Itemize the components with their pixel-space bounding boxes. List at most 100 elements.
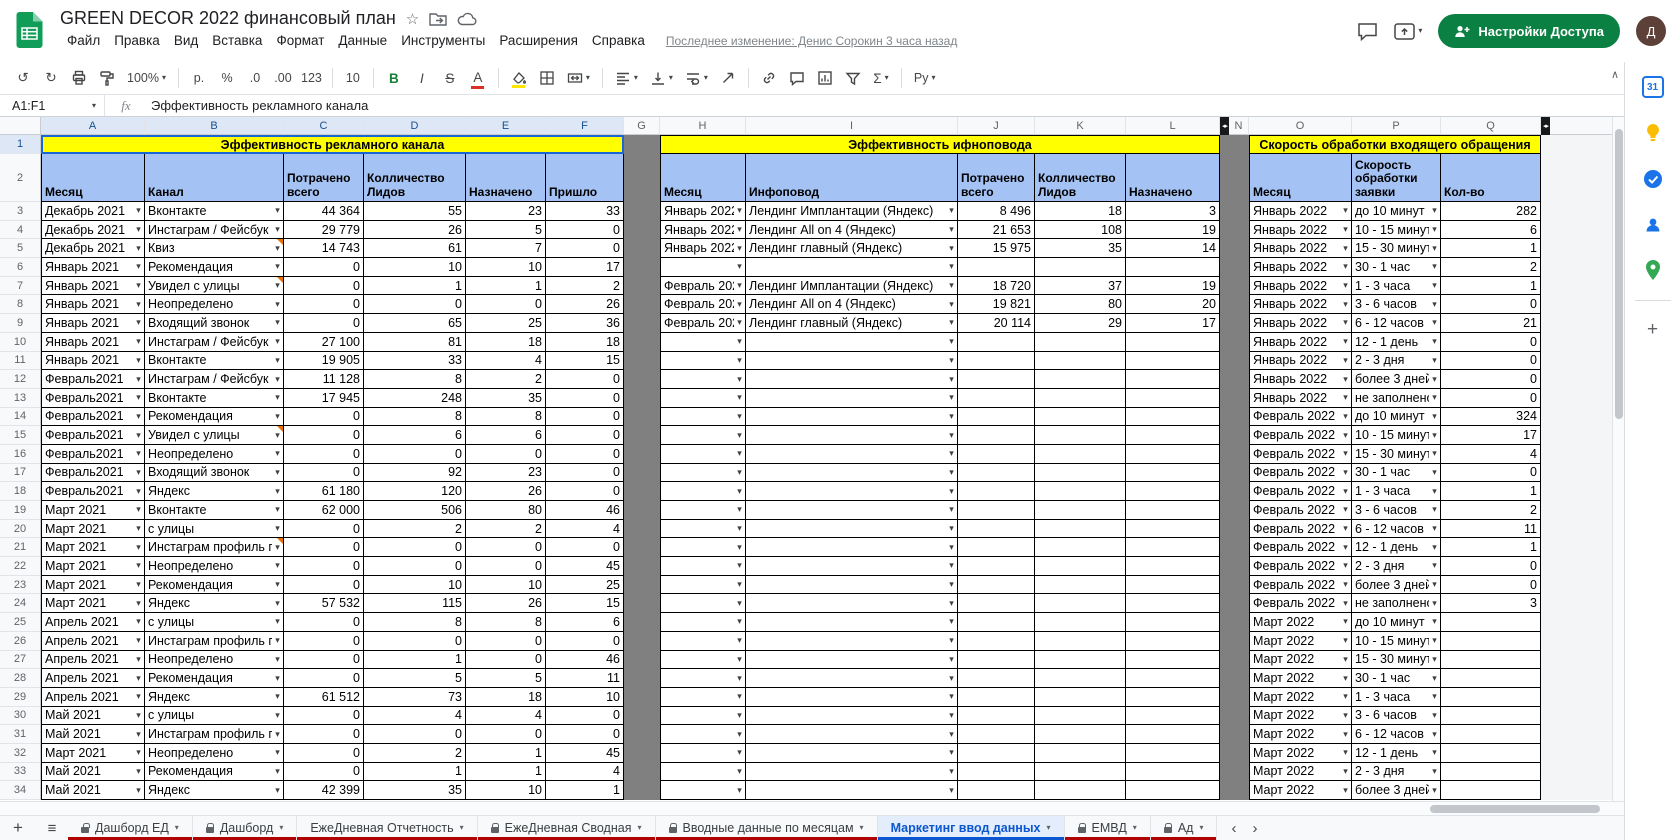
cell-P16[interactable]: 15 - 30 минут ▾	[1352, 444, 1441, 464]
cell-G15[interactable]	[624, 426, 660, 445]
cell-O30[interactable]: Март 2022 ▾	[1249, 706, 1352, 726]
cell-A22[interactable]: Март 2021 ▾	[41, 557, 145, 576]
dropdown-icon[interactable]: ▾	[272, 262, 283, 271]
cell-E22[interactable]: 0	[466, 557, 546, 576]
cell-L22[interactable]	[1126, 557, 1220, 576]
dropdown-icon[interactable]: ▾	[1340, 486, 1351, 496]
cell-J2[interactable]: Потрачено всего	[958, 154, 1035, 202]
cell-Q16[interactable]: 4	[1441, 444, 1541, 464]
cell-O26[interactable]: Март 2022 ▾	[1249, 631, 1352, 651]
cell-L13[interactable]	[1126, 388, 1220, 408]
cell-A9[interactable]: Январь 2021 ▾	[41, 314, 145, 333]
column-header-J[interactable]: J	[958, 117, 1035, 135]
cell-A12[interactable]: Февраль2021 ▾	[41, 370, 145, 389]
cell-M29[interactable]	[1220, 687, 1229, 707]
dropdown-icon[interactable]: ▾	[272, 449, 283, 458]
sheet-tab[interactable]: Дашборд ▾	[192, 816, 298, 840]
dropdown-icon[interactable]: ▾	[272, 337, 283, 346]
sheet-tab[interactable]: Дашборд ЕД ▾	[68, 816, 193, 840]
chevron-down-icon[interactable]: ▾	[279, 824, 283, 832]
dropdown-icon[interactable]: ▾	[1429, 318, 1440, 327]
dropdown-icon[interactable]: ▾	[1340, 355, 1351, 365]
cell-K7[interactable]: 37	[1035, 276, 1126, 296]
cell-D14[interactable]: 8	[364, 407, 466, 427]
cell-J7[interactable]: 18 720	[958, 276, 1035, 296]
dropdown-icon[interactable]: ▾	[272, 785, 283, 795]
dropdown-icon[interactable]: ▾	[133, 243, 144, 253]
dropdown-icon[interactable]: ▾	[946, 374, 957, 384]
cell-Q31[interactable]	[1441, 725, 1541, 744]
cell-O27[interactable]: Март 2022 ▾	[1249, 650, 1352, 670]
dropdown-icon[interactable]: ▾	[272, 654, 283, 664]
cell-D10[interactable]: 81	[364, 332, 466, 352]
cell-D25[interactable]: 8	[364, 613, 466, 632]
cell-B21[interactable]: Инстаграм профиль г ▾	[145, 538, 284, 558]
cell-D22[interactable]: 0	[364, 557, 466, 576]
last-edit-link[interactable]: Последнее изменение: Денис Сорокин 3 час…	[666, 34, 957, 48]
cell-O25[interactable]: Март 2022 ▾	[1249, 613, 1352, 632]
dropdown-icon[interactable]: ▾	[734, 524, 745, 533]
cell-N18[interactable]	[1229, 482, 1249, 501]
dropdown-icon[interactable]: ▾	[734, 299, 745, 309]
cell-L19[interactable]	[1126, 501, 1220, 520]
cell-M7[interactable]	[1220, 276, 1229, 296]
row-header-23[interactable]: 23	[0, 575, 41, 595]
cell-H33[interactable]: ▾	[660, 762, 746, 782]
cell-K21[interactable]	[1035, 538, 1126, 558]
cell-M11[interactable]	[1220, 351, 1229, 371]
cell-N28[interactable]	[1229, 669, 1249, 688]
dropdown-icon[interactable]: ▾	[1429, 710, 1440, 720]
cell-A7[interactable]: Январь 2021 ▾	[41, 276, 145, 296]
row-header-26[interactable]: 26	[0, 631, 41, 651]
cell-I20[interactable]: ▾	[746, 519, 958, 539]
cell-M19[interactable]	[1220, 501, 1229, 520]
cell-Q7[interactable]: 1	[1441, 276, 1541, 296]
cell-Q8[interactable]: 0	[1441, 295, 1541, 315]
row-header-28[interactable]: 28	[0, 669, 41, 688]
cell-D29[interactable]: 73	[364, 687, 466, 707]
dropdown-icon[interactable]: ▾	[133, 617, 144, 626]
chevron-down-icon[interactable]: ▾	[1418, 27, 1422, 35]
cell-K2[interactable]: Колличество Лидов	[1035, 154, 1126, 202]
dropdown-icon[interactable]: ▾	[1340, 206, 1351, 215]
cell-C25[interactable]: 0	[284, 613, 364, 632]
cell-Q9[interactable]: 21	[1441, 314, 1541, 333]
cell-P27[interactable]: 15 - 30 минут ▾	[1352, 650, 1441, 670]
cell-C18[interactable]: 61 180	[284, 482, 364, 501]
cell-D19[interactable]: 506	[364, 501, 466, 520]
cell-O10[interactable]: Январь 2022 ▾	[1249, 332, 1352, 352]
cell-M32[interactable]	[1220, 743, 1229, 763]
dropdown-icon[interactable]: ▾	[133, 748, 144, 757]
cell-K28[interactable]	[1035, 669, 1126, 688]
cell-M1[interactable]	[1220, 135, 1229, 154]
cell-E4[interactable]: 5	[466, 220, 546, 240]
cell-B11[interactable]: Вконтакте ▾	[145, 351, 284, 371]
cell-L31[interactable]	[1126, 725, 1220, 744]
cell-L4[interactable]: 19	[1126, 220, 1220, 240]
cell-C34[interactable]: 42 399	[284, 781, 364, 800]
cell-K34[interactable]	[1035, 781, 1126, 800]
cell-K29[interactable]	[1035, 687, 1126, 707]
dropdown-icon[interactable]: ▾	[272, 524, 283, 533]
cell-C5[interactable]: 14 743	[284, 239, 364, 259]
cell-J9[interactable]: 20 114	[958, 314, 1035, 333]
cell-G28[interactable]	[624, 669, 660, 688]
cell-C19[interactable]: 62 000	[284, 501, 364, 520]
cell-F23[interactable]: 25	[546, 575, 624, 595]
dropdown-icon[interactable]: ▾	[1429, 430, 1440, 440]
cell-B30[interactable]: с улицы ▾	[145, 706, 284, 726]
cell-B12[interactable]: Инстаграм / Фейсбук ▾	[145, 370, 284, 389]
cell-P19[interactable]: 3 - 6 часов ▾	[1352, 501, 1441, 520]
cell-I6[interactable]: ▾	[746, 258, 958, 277]
cell-N24[interactable]	[1229, 594, 1249, 614]
input-tools-button[interactable]: Ру ▾	[909, 65, 941, 91]
cell-H26[interactable]: ▾	[660, 631, 746, 651]
cell-K10[interactable]	[1035, 332, 1126, 352]
dropdown-icon[interactable]: ▾	[734, 243, 745, 253]
tasks-icon[interactable]	[1633, 158, 1673, 200]
cell-E15[interactable]: 6	[466, 426, 546, 445]
cell-E17[interactable]: 23	[466, 463, 546, 483]
cell-G33[interactable]	[624, 762, 660, 782]
cell-A28[interactable]: Апрель 2021 ▾	[41, 669, 145, 688]
cell-N5[interactable]	[1229, 239, 1249, 259]
